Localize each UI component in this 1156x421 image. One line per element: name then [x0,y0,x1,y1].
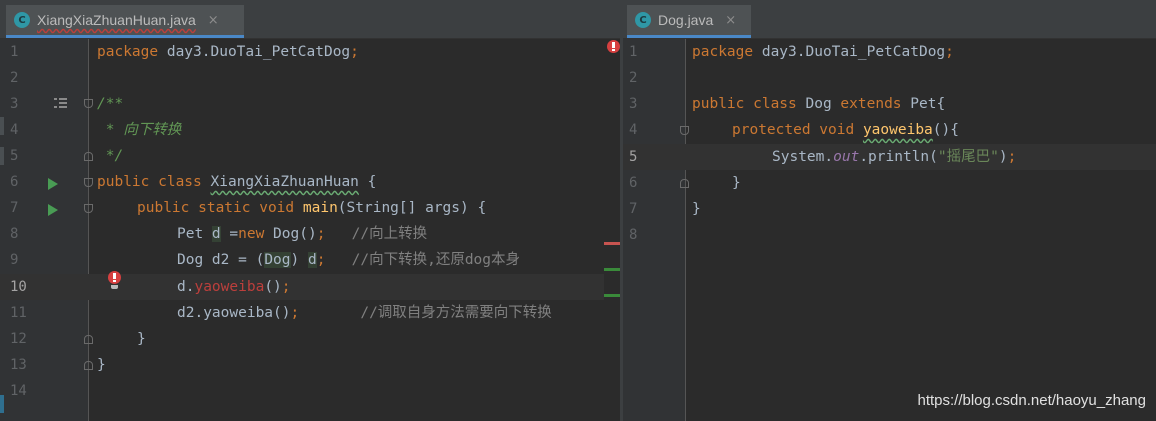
bookmark-strip-mark [0,395,4,413]
fold-icon[interactable] [84,178,93,187]
left-editor-pane: C XiangXiaZhuanHuan.java × 1 2 3 4 5 6 7… [0,0,620,421]
code-line: * 向下转换 [97,122,182,138]
line-number: 4 [629,122,638,138]
fold-icon[interactable] [680,179,689,188]
line-number: 6 [10,174,19,190]
fold-icon[interactable] [680,126,689,135]
code-line: Dog d2 = (Dog) d; //向下转换,还原dog本身 [177,252,521,268]
line-number: 3 [10,96,19,112]
tab-title: Dog.java [658,12,714,28]
line-number: 2 [10,70,19,86]
watermark: https://blog.csdn.net/haoyu_zhang [917,392,1146,409]
right-tab-bar: C Dog.java × [623,0,1156,39]
code-line: /** [97,96,124,112]
code-line: */ [97,148,124,164]
line-number: 8 [629,227,638,243]
code-line: public class XiangXiaZhuanHuan { [97,174,377,190]
java-class-icon: C [14,12,30,28]
fold-icon[interactable] [84,152,93,161]
line-number: 14 [10,383,27,399]
error-stripe[interactable] [604,242,620,245]
right-editor-pane: C Dog.java × 1 2 3 4 5 6 7 8 package day… [623,0,1156,421]
code-line: public static void main(String[] args) { [137,200,487,216]
line-number: 12 [10,331,27,347]
close-icon[interactable]: × [208,13,219,28]
close-icon[interactable]: × [725,13,736,28]
line-number: 1 [10,44,19,60]
line-number: 8 [10,226,19,242]
line-number: 7 [10,200,19,216]
line-number: 4 [10,122,19,138]
implements-icon[interactable] [54,98,67,109]
code-line: } [137,331,146,347]
error-bulb-icon[interactable] [108,271,122,291]
code-line: } [692,201,701,217]
code-line: } [732,175,741,191]
warning-stripe[interactable] [604,268,620,271]
run-class-icon[interactable] [48,178,58,190]
line-number: 13 [10,357,27,373]
line-number-current: 10 [10,279,27,295]
java-class-icon: C [635,12,651,28]
bookmark-strip-mark [0,147,4,165]
code-line: public class Dog extends Pet{ [692,96,946,112]
bookmark-strip-mark [0,117,4,135]
warning-stripe[interactable] [604,294,620,297]
code-line: package day3.DuoTai_PetCatDog; [97,44,359,60]
line-number: 7 [629,201,638,217]
line-number-current: 5 [629,149,638,165]
line-number: 3 [629,96,638,112]
code-line: protected void yaoweiba(){ [732,122,959,138]
code-line: } [97,357,106,373]
line-number: 1 [629,44,638,60]
line-number: 5 [10,148,19,164]
fold-icon[interactable] [84,361,93,370]
code-line: Pet d =new Dog(); //向上转换 [177,226,428,242]
code-line: d2.yaoweiba(); //调取自身方法需要向下转换 [177,305,552,321]
left-tab-bar: C XiangXiaZhuanHuan.java × [0,0,620,39]
tab-xiangxiazhuanhuan[interactable]: C XiangXiaZhuanHuan.java × [6,5,244,38]
error-indicator-icon[interactable] [607,40,620,60]
fold-icon[interactable] [84,99,93,108]
fold-icon[interactable] [84,204,93,213]
code-line-current: System.out.println("摇尾巴"); [772,149,1017,165]
fold-icon[interactable] [84,335,93,344]
line-number: 2 [629,70,638,86]
line-number: 9 [10,252,19,268]
line-number: 6 [629,175,638,191]
code-line-current: d.yaoweiba(); [177,279,291,295]
line-number: 11 [10,305,27,321]
tab-dog[interactable]: C Dog.java × [627,5,751,38]
code-line: package day3.DuoTai_PetCatDog; [692,44,954,60]
run-main-icon[interactable] [48,204,58,216]
tab-title: XiangXiaZhuanHuan.java [37,12,196,28]
